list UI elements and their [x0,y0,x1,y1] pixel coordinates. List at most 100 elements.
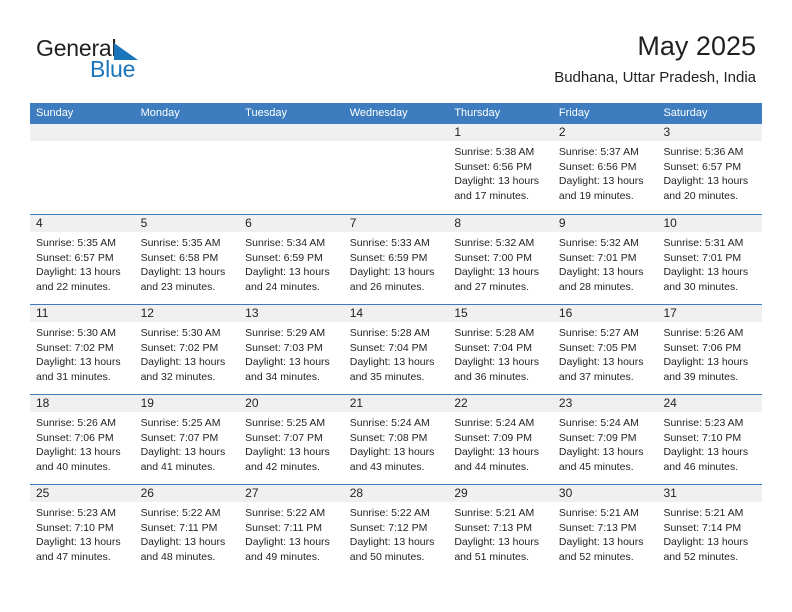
day-number-strip: 3 [657,124,763,141]
day-cell-empty [239,124,344,214]
day-cell-1[interactable]: 1 Sunrise: 5:38 AM Sunset: 6:56 PM Daylight… [448,124,553,214]
day-number-strip: 28 [343,485,449,502]
day-cell-16[interactable]: 16 Sunrise: 5:27 AM Sunset: 7:05 PM Dayligh… [552,305,658,394]
day-details: Sunrise: 5:29 AM Sunset: 7:03 PM Daylight:… [239,322,344,384]
day-detail-line: Sunrise: 5:21 AM [558,507,639,519]
day-cell-14[interactable]: 14 Sunrise: 5:28 AM Sunset: 7:04 PM Dayligh… [343,305,449,394]
day-cell-7[interactable]: 7 Sunrise: 5:33 AM Sunset: 6:59 PM Daylight… [343,215,449,304]
day-detail-line: Daylight: 13 hours [245,446,330,458]
day-detail-line: Sunrise: 5:33 AM [349,237,430,249]
day-cell-2[interactable]: 2 Sunrise: 5:37 AM Sunset: 6:56 PM Daylight… [552,124,658,214]
day-detail-line: Daylight: 13 hours [245,266,330,278]
day-detail-line: Sunset: 7:09 PM [558,431,637,444]
day-cell-20[interactable]: 20 Sunrise: 5:25 AM Sunset: 7:07 PM Dayligh… [239,395,344,484]
day-cell-22[interactable]: 22 Sunrise: 5:24 AM Sunset: 7:09 PM Dayligh… [448,395,553,484]
day-detail-line: Daylight: 13 hours [663,175,749,187]
day-number-strip: 18 [30,395,135,412]
day-details: Sunrise: 5:22 AM Sunset: 7:11 PM Daylight:… [239,502,344,564]
day-detail-line: Sunrise: 5:21 AM [454,507,535,519]
day-cell-5[interactable]: 5 Sunrise: 5:35 AM Sunset: 6:58 PM Daylight… [134,215,240,304]
day-number-strip: 11 [30,305,135,322]
day-number-strip: 1 [448,124,553,141]
day-detail-line: Sunrise: 5:38 AM [454,146,535,158]
day-detail-line: and 51 minutes. [454,550,530,563]
day-detail-line: Sunrise: 5:22 AM [349,507,430,519]
day-details: Sunrise: 5:32 AM Sunset: 7:00 PM Daylight:… [448,232,553,294]
day-detail-line: Sunrise: 5:23 AM [663,417,744,429]
day-details: Sunrise: 5:23 AM Sunset: 7:10 PM Daylight:… [30,502,135,564]
day-cell-8[interactable]: 8 Sunrise: 5:32 AM Sunset: 7:00 PM Daylight… [448,215,553,304]
day-cell-13[interactable]: 13 Sunrise: 5:29 AM Sunset: 7:03 PM Dayligh… [239,305,344,394]
day-details: Sunrise: 5:23 AM Sunset: 7:10 PM Daylight:… [657,412,762,474]
day-cell-28[interactable]: 28 Sunrise: 5:22 AM Sunset: 7:12 PM Dayligh… [343,485,449,574]
day-detail-line: Daylight: 13 hours [454,356,539,368]
day-number: 27 [245,486,259,500]
day-number-strip: 2 [552,124,658,141]
day-cell-4[interactable]: 4 Sunrise: 5:35 AM Sunset: 6:57 PM Daylight… [30,215,135,304]
day-number: 12 [140,306,154,320]
day-cell-11[interactable]: 11 Sunrise: 5:30 AM Sunset: 7:02 PM Dayligh… [30,305,135,394]
day-detail-line: and 35 minutes. [349,370,425,383]
day-detail-line: Sunrise: 5:24 AM [558,417,639,429]
day-number: 30 [558,486,573,500]
day-detail-line: Sunrise: 5:23 AM [36,507,116,519]
day-number: 11 [36,306,49,320]
day-number-strip: 25 [30,485,135,502]
day-cell-12[interactable]: 12 Sunrise: 5:30 AM Sunset: 7:02 PM Dayligh… [134,305,240,394]
calendar-week-row: 18 Sunrise: 5:26 AM Sunset: 7:06 PM Dayligh… [30,394,763,484]
day-cell-10[interactable]: 10 Sunrise: 5:31 AM Sunset: 7:01 PM Dayligh… [657,215,763,304]
day-number-strip: 20 [239,395,344,412]
day-cell-empty [30,124,135,214]
weekday-header-friday: Friday [558,107,590,119]
day-detail-line: Sunset: 7:08 PM [349,431,428,444]
day-detail-line: Sunrise: 5:32 AM [454,237,535,249]
day-detail-line: Daylight: 13 hours [454,266,539,278]
day-cell-27[interactable]: 27 Sunrise: 5:22 AM Sunset: 7:11 PM Dayligh… [239,485,344,574]
day-cell-17[interactable]: 17 Sunrise: 5:26 AM Sunset: 7:06 PM Dayligh… [657,305,763,394]
day-number-strip: 19 [134,395,240,412]
day-detail-line: Sunset: 7:13 PM [558,521,637,534]
day-number: 2 [558,125,566,139]
day-cell-30[interactable]: 30 Sunrise: 5:21 AM Sunset: 7:13 PM Dayligh… [552,485,658,574]
day-cell-19[interactable]: 19 Sunrise: 5:25 AM Sunset: 7:07 PM Dayligh… [134,395,240,484]
day-cell-21[interactable]: 21 Sunrise: 5:24 AM Sunset: 7:08 PM Dayligh… [343,395,449,484]
calendar-week-row: 25 Sunrise: 5:23 AM Sunset: 7:10 PM Dayligh… [30,484,763,574]
calendar-grid: Sunday Monday Tuesday Wednesday Thursday Frid… [30,103,763,574]
title-block: May 2025 Budhana, Uttar Pradesh, India [554,30,756,87]
day-number: 4 [36,216,43,230]
day-detail-line: and 28 minutes. [558,280,634,293]
day-number-strip: 15 [448,305,553,322]
day-cell-15[interactable]: 15 Sunrise: 5:28 AM Sunset: 7:04 PM Dayligh… [448,305,553,394]
day-number-strip [343,124,449,141]
day-cell-31[interactable]: 31 Sunrise: 5:21 AM Sunset: 7:14 PM Dayligh… [657,485,763,574]
day-number: 6 [245,216,252,230]
day-cell-26[interactable]: 26 Sunrise: 5:22 AM Sunset: 7:11 PM Dayligh… [134,485,240,574]
day-number: 8 [454,216,461,230]
day-detail-line: Daylight: 13 hours [558,356,644,368]
day-number: 16 [558,306,573,320]
day-cell-25[interactable]: 25 Sunrise: 5:23 AM Sunset: 7:10 PM Dayligh… [30,485,135,574]
brand-logo[interactable]: General Blue [36,36,256,88]
brand-name-blue: Blue [90,56,136,82]
day-cell-24[interactable]: 24 Sunrise: 5:23 AM Sunset: 7:10 PM Dayligh… [657,395,763,484]
day-details: Sunrise: 5:24 AM Sunset: 7:08 PM Daylight:… [344,412,449,474]
day-details: Sunrise: 5:28 AM Sunset: 7:04 PM Daylight:… [448,322,553,384]
day-number: 1 [454,125,461,139]
day-cell-3[interactable]: 3 Sunrise: 5:36 AM Sunset: 6:57 PM Daylight… [657,124,763,214]
day-cell-18[interactable]: 18 Sunrise: 5:26 AM Sunset: 7:06 PM Dayligh… [30,395,135,484]
day-detail-line: Sunrise: 5:36 AM [663,146,744,158]
day-number: 15 [454,306,468,320]
day-cell-29[interactable]: 29 Sunrise: 5:21 AM Sunset: 7:13 PM Dayligh… [448,485,553,574]
day-cell-6[interactable]: 6 Sunrise: 5:34 AM Sunset: 6:59 PM Daylight… [239,215,344,304]
day-details: Sunrise: 5:37 AM Sunset: 6:56 PM Daylight:… [553,141,658,203]
day-number-strip: 10 [657,215,763,232]
day-cell-9[interactable]: 9 Sunrise: 5:32 AM Sunset: 7:01 PM Daylight… [552,215,658,304]
day-cell-empty [134,124,240,214]
day-detail-line: Sunset: 7:10 PM [36,521,114,534]
day-number: 14 [349,306,364,320]
day-detail-line: and 20 minutes. [663,189,739,202]
day-cell-23[interactable]: 23 Sunrise: 5:24 AM Sunset: 7:09 PM Dayligh… [552,395,658,484]
day-number-strip: 26 [134,485,240,502]
day-cell-empty [343,124,449,214]
day-detail-line: and 47 minutes. [36,550,111,563]
